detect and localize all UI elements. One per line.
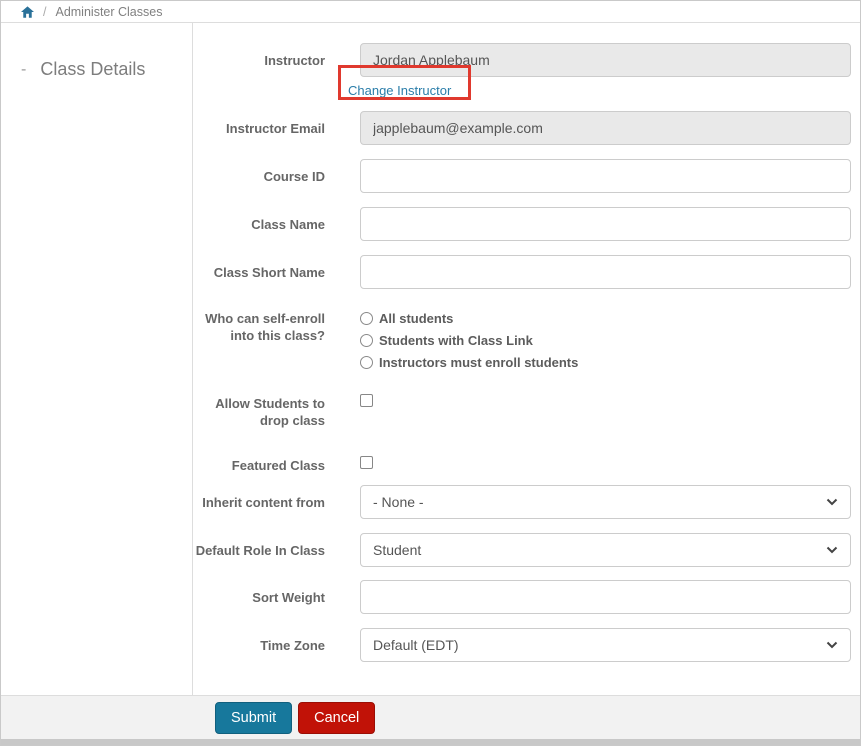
field-row-inherit-content: Inherit content from - None - [193,485,860,519]
section-class-details[interactable]: - Class Details [21,59,192,80]
class-name-input[interactable] [360,207,851,241]
class-details-form: Instructor Change Instructor Instructor … [193,23,860,695]
sort-weight-input[interactable] [360,580,851,614]
time-zone-label: Time Zone [260,638,325,653]
form-actions: Submit Cancel [1,695,860,739]
instructor-email-label: Instructor Email [226,121,325,136]
instructor-input [360,43,851,77]
chevron-down-icon [826,546,838,554]
class-short-name-label: Class Short Name [213,265,325,280]
field-row-sort-weight: Sort Weight [193,580,860,614]
class-name-label: Class Name [251,217,325,232]
inherit-content-label: Inherit content from [202,495,325,510]
course-id-label: Course ID [263,169,325,184]
field-row-class-name: Class Name [193,207,860,241]
bottom-border-strip [1,739,860,745]
radio-button-icon[interactable] [360,355,373,369]
instructor-email-input [360,111,851,145]
administer-classes-page: / Administer Classes - Class Details Ins… [0,0,861,746]
featured-class-checkbox[interactable] [360,456,373,469]
home-icon[interactable] [21,5,34,18]
field-row-instructor-email: Instructor Email [193,111,860,145]
featured-class-label: Featured Class [231,458,325,473]
radio-label: Instructors must enroll students [379,354,579,370]
field-row-allow-drop: Allow Students to drop class [193,389,860,431]
field-row-default-role: Default Role In Class Student [193,533,860,567]
selected-value: Student [373,542,422,558]
radio-students-with-class-link[interactable]: Students with Class Link [360,329,851,351]
breadcrumb-current: Administer Classes [55,4,163,19]
allow-drop-label: Allow Students to drop class [215,396,325,428]
selected-value: Default (EDT) [373,637,459,653]
chevron-down-icon [826,498,838,506]
field-row-instructor: Instructor Change Instructor [193,43,860,101]
radio-label: All students [379,310,454,326]
section-title: Class Details [40,59,146,79]
class-short-name-input[interactable] [360,255,851,289]
change-instructor-link[interactable]: Change Instructor [348,83,451,98]
field-row-class-short-name: Class Short Name [193,255,860,289]
breadcrumb-separator: / [43,4,47,19]
cancel-button[interactable]: Cancel [298,701,376,734]
radio-button-icon[interactable] [360,311,373,325]
default-role-label: Default Role In Class [195,543,325,558]
course-id-input[interactable] [360,159,851,193]
radio-label: Students with Class Link [379,332,533,348]
instructor-label: Instructor [264,53,325,68]
inherit-content-select[interactable]: - None - [360,485,851,519]
field-row-course-id: Course ID [193,159,860,193]
radio-all-students[interactable]: All students [360,307,851,329]
self-enroll-label: Who can self-enroll into this class? [205,311,325,343]
default-role-select[interactable]: Student [360,533,851,567]
radio-instructors-must-enroll[interactable]: Instructors must enroll students [360,351,851,373]
submit-button[interactable]: Submit [215,701,293,734]
selected-value: - None - [373,494,424,510]
field-row-featured-class: Featured Class [193,451,860,477]
time-zone-select[interactable]: Default (EDT) [360,628,851,662]
allow-drop-checkbox[interactable] [360,394,373,407]
field-row-self-enroll: Who can self-enroll into this class? All… [193,307,860,373]
chevron-down-icon [826,641,838,649]
breadcrumb: / Administer Classes [1,1,860,23]
radio-button-icon[interactable] [360,333,373,347]
sort-weight-label: Sort Weight [252,590,325,605]
sidebar: - Class Details [1,23,193,695]
collapse-icon[interactable]: - [21,61,26,79]
field-row-time-zone: Time Zone Default (EDT) [193,628,860,662]
